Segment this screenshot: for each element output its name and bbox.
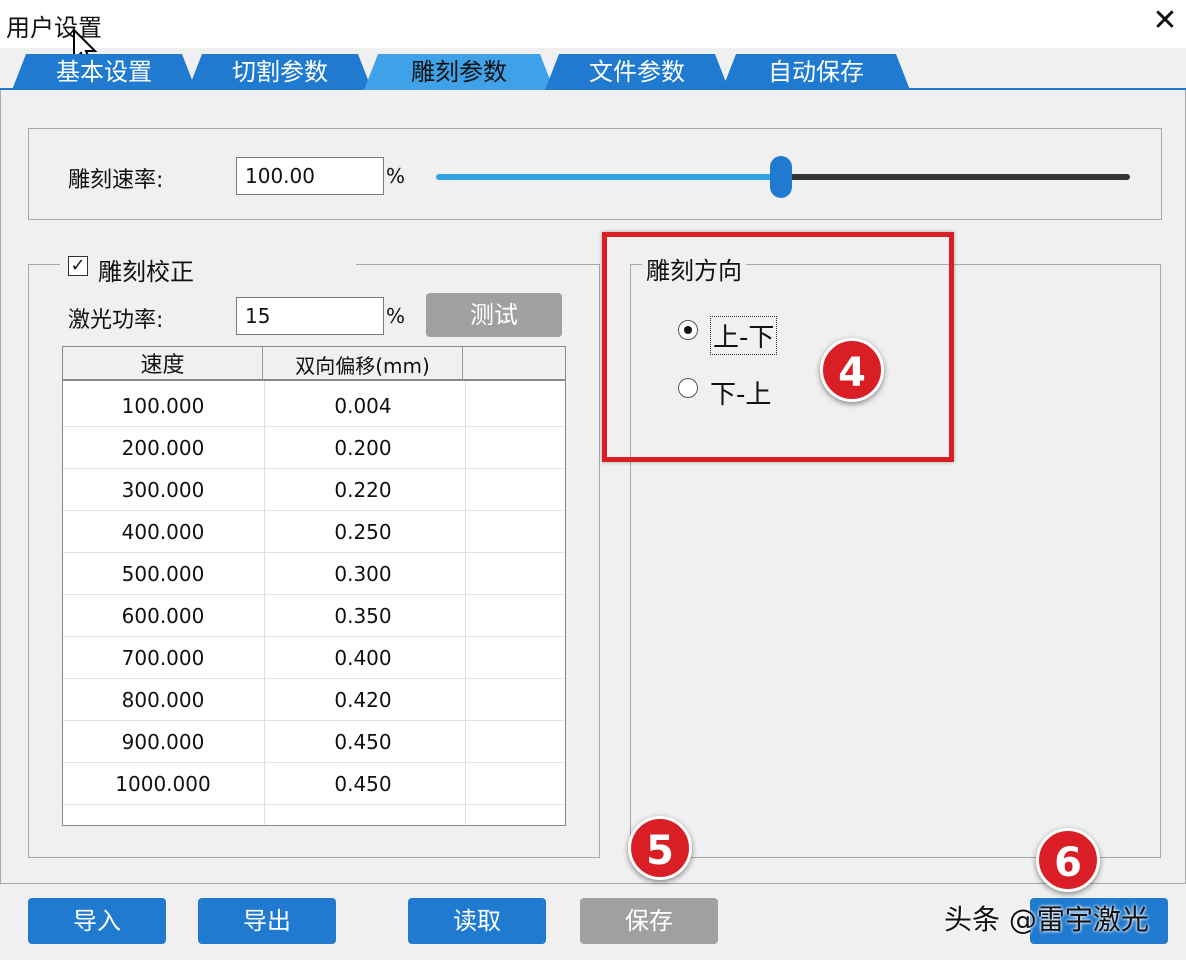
export-button[interactable]: 导出 xyxy=(198,898,336,944)
engrave-correction-checkbox[interactable]: ✓ xyxy=(68,256,88,276)
offset-cell[interactable]: 0.450 xyxy=(263,721,463,763)
watermark: 头条 @雷宇激光 xyxy=(944,903,1149,936)
engrave-speed-label: 雕刻速率: xyxy=(68,168,164,193)
engrave-speed-slider-fill xyxy=(436,174,781,180)
speed-cell[interactable]: 700.000 xyxy=(63,637,263,679)
table-row[interactable]: 200.000 0.200 xyxy=(63,427,565,469)
title-bar: 用户设置 ✕ xyxy=(0,0,1186,67)
table-row[interactable]: 100.000 0.004 xyxy=(63,385,565,427)
speed-cell[interactable]: 200.000 xyxy=(63,427,263,469)
speed-cell[interactable]: 400.000 xyxy=(63,511,263,553)
engrave-speed-input[interactable]: 100.00 xyxy=(236,157,384,195)
table-row[interactable]: 900.000 0.450 xyxy=(63,721,565,763)
offset-cell[interactable]: 0.220 xyxy=(263,469,463,511)
offset-cell[interactable]: 0.420 xyxy=(263,679,463,721)
speed-offset-table: 速度 双向偏移(mm) 100.000 0.004 200.000 0.200 … xyxy=(62,346,566,826)
tab-cut-params[interactable]: 切割参数 xyxy=(188,54,372,90)
column-header-offset[interactable]: 双向偏移(mm) xyxy=(263,347,463,381)
table-row[interactable]: 500.000 0.300 xyxy=(63,553,565,595)
laser-power-unit: % xyxy=(386,304,406,328)
offset-cell[interactable]: 0.450 xyxy=(263,763,463,805)
table-row[interactable]: 1000.000 0.450 xyxy=(63,763,565,805)
laser-power-label: 激光功率: xyxy=(68,308,164,333)
engrave-speed-slider-track[interactable] xyxy=(781,174,1130,180)
column-header-speed[interactable]: 速度 xyxy=(63,347,263,381)
tab-engrave-params[interactable]: 雕刻参数 xyxy=(364,54,554,90)
offset-cell[interactable]: 0.004 xyxy=(263,385,463,427)
engrave-speed-unit: % xyxy=(386,164,406,188)
offset-cell[interactable]: 0.400 xyxy=(263,637,463,679)
table-row[interactable]: 300.000 0.220 xyxy=(63,469,565,511)
step-badge-5: 5 xyxy=(628,816,692,880)
table-header: 速度 双向偏移(mm) xyxy=(63,347,565,381)
speed-cell[interactable]: 900.000 xyxy=(63,721,263,763)
speed-cell[interactable]: 500.000 xyxy=(63,553,263,595)
import-button[interactable]: 导入 xyxy=(28,898,166,944)
offset-cell[interactable]: 0.350 xyxy=(263,595,463,637)
table-row[interactable]: 700.000 0.400 xyxy=(63,637,565,679)
table-row[interactable]: 400.000 0.250 xyxy=(63,511,565,553)
speed-cell[interactable]: 600.000 xyxy=(63,595,263,637)
offset-cell[interactable]: 0.200 xyxy=(263,427,463,469)
step-badge-6: 6 xyxy=(1036,828,1100,892)
highlight-box xyxy=(602,232,954,462)
engrave-correction-label: 雕刻校正 xyxy=(98,258,194,286)
read-button[interactable]: 读取 xyxy=(408,898,546,944)
table-row[interactable]: 800.000 0.420 xyxy=(63,679,565,721)
test-button[interactable]: 测试 xyxy=(426,293,562,337)
tab-file-params[interactable]: 文件参数 xyxy=(545,54,729,90)
step-badge-4: 4 xyxy=(820,338,884,402)
speed-cell[interactable]: 1000.000 xyxy=(63,763,263,805)
speed-cell[interactable]: 100.000 xyxy=(63,385,263,427)
table-row[interactable]: 600.000 0.350 xyxy=(63,595,565,637)
speed-cell[interactable]: 800.000 xyxy=(63,679,263,721)
tab-auto-save[interactable]: 自动保存 xyxy=(722,54,910,90)
offset-cell[interactable]: 0.250 xyxy=(263,511,463,553)
laser-power-input[interactable]: 15 xyxy=(236,297,384,335)
engrave-speed-slider-thumb[interactable] xyxy=(770,156,792,198)
save-button[interactable]: 保存 xyxy=(580,898,718,944)
offset-cell[interactable]: 0.300 xyxy=(263,553,463,595)
close-icon[interactable]: ✕ xyxy=(1148,4,1182,38)
tab-basic-settings[interactable]: 基本设置 xyxy=(12,54,196,90)
speed-cell[interactable]: 300.000 xyxy=(63,469,263,511)
